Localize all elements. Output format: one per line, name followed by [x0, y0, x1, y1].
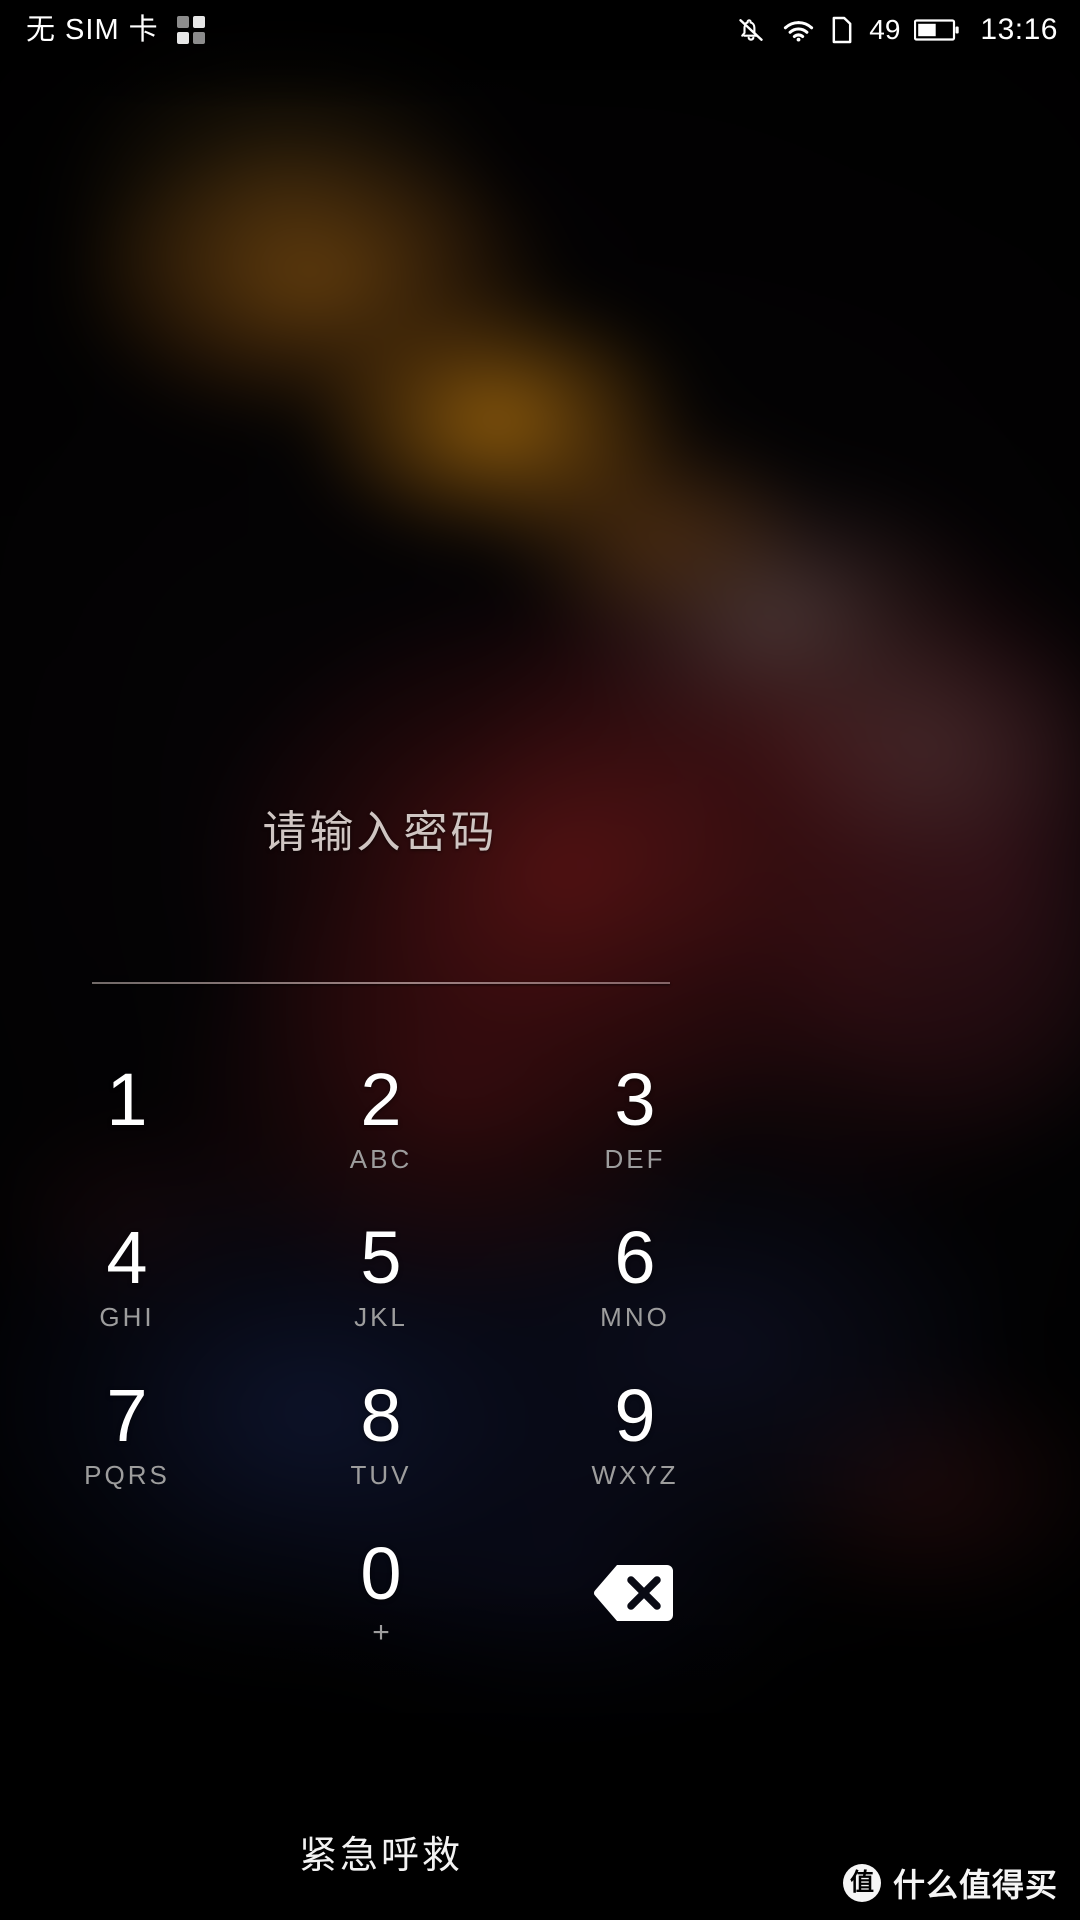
keypad-digit: 9	[614, 1373, 656, 1457]
keypad-letters: +	[372, 1616, 390, 1650]
keypad-letters: TUV	[350, 1460, 412, 1491]
split-grid-cell	[176, 32, 189, 44]
split-grid-cell	[176, 16, 189, 28]
keypad-digit: 0	[360, 1531, 402, 1615]
keypad-key-9[interactable]: 9 WXYZ	[508, 1356, 762, 1514]
keypad-key-4[interactable]: 4 GHI	[0, 1198, 254, 1356]
keypad-key-2[interactable]: 2 ABC	[254, 1040, 508, 1198]
watermark: 值 什么值得买	[842, 1860, 1058, 1906]
pin-input-underline	[92, 982, 670, 984]
battery-icon	[914, 17, 960, 43]
keypad-key-6[interactable]: 6 MNO	[508, 1198, 762, 1356]
emergency-call-button[interactable]: 紧急呼救	[0, 1824, 762, 1879]
keypad-digit: 4	[106, 1215, 148, 1299]
wifi-icon	[782, 15, 815, 45]
lock-content: 请输入密码 1 2 ABC 3 DEF 4 GHI 5 JKL 6 MNO 7 …	[0, 0, 1080, 1920]
keypad-digit: 5	[360, 1215, 402, 1299]
keypad-letters: MNO	[600, 1302, 670, 1333]
keypad-key-backspace[interactable]	[508, 1514, 762, 1672]
keypad-letters: JKL	[354, 1302, 408, 1333]
watermark-badge-icon: 值	[842, 1864, 881, 1902]
keypad-key-5[interactable]: 5 JKL	[254, 1198, 508, 1356]
keypad-digit: 3	[614, 1057, 656, 1141]
carrier-label: 无 SIM 卡	[26, 13, 159, 46]
keypad-letters: PQRS	[84, 1460, 170, 1491]
keypad-key-1[interactable]: 1	[0, 1040, 254, 1198]
keypad-digit: 6	[614, 1215, 656, 1299]
watermark-label: 什么值得买	[892, 1867, 1058, 1903]
pin-input-value[interactable]	[92, 900, 670, 982]
split-grid-icon[interactable]	[176, 16, 205, 44]
mute-bell-icon	[736, 15, 766, 45]
clock-label: 13:16	[980, 13, 1058, 46]
backspace-delete-icon	[580, 1553, 690, 1633]
split-grid-cell	[192, 32, 205, 44]
sim-card-icon	[831, 15, 853, 45]
keypad-letters: WXYZ	[591, 1460, 679, 1491]
pin-input-field[interactable]	[92, 900, 670, 992]
keypad-letters: GHI	[99, 1302, 155, 1333]
password-prompt: 请输入密码	[262, 808, 498, 857]
status-bar: 无 SIM 卡 49 13:16	[0, 0, 1080, 60]
split-grid-cell	[192, 16, 205, 28]
battery-percent-label: 49	[869, 14, 901, 45]
numeric-keypad: 1 2 ABC 3 DEF 4 GHI 5 JKL 6 MNO 7 PQRS 8…	[0, 1040, 762, 1672]
keypad-key-8[interactable]: 8 TUV	[254, 1356, 508, 1514]
keypad-digit: 8	[360, 1373, 402, 1457]
status-bar-right: 49 13:16	[736, 15, 1058, 45]
keypad-key-7[interactable]: 7 PQRS	[0, 1356, 254, 1514]
keypad-digit: 2	[360, 1057, 402, 1141]
keypad-digit: 7	[106, 1373, 148, 1457]
keypad-letters: ABC	[349, 1144, 413, 1175]
keypad-digit: 1	[106, 1057, 148, 1141]
lock-screen: 无 SIM 卡 49 13:16 请输入密码 1 2 ABC 3 DEF 4 G…	[0, 0, 1080, 1920]
keypad-letters: DEF	[604, 1144, 666, 1175]
keypad-key-3[interactable]: 3 DEF	[508, 1040, 762, 1198]
keypad-key-0[interactable]: 0 +	[254, 1514, 508, 1672]
status-bar-left: 无 SIM 卡	[26, 13, 205, 46]
